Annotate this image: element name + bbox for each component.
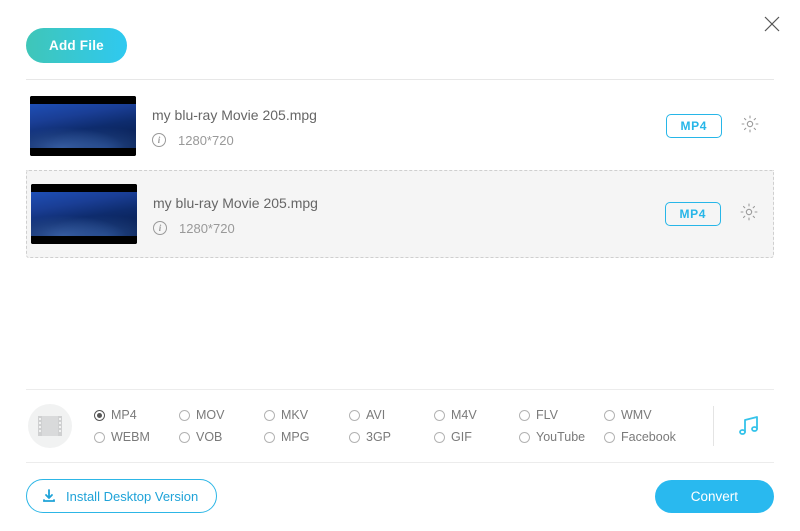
file-info: my blu-ray Movie 205.mpg i 1280*720 (153, 193, 649, 236)
file-actions: MP4 (665, 202, 769, 227)
radio-icon (94, 432, 105, 443)
format-option-label: MP4 (111, 408, 137, 422)
format-option-label: YouTube (536, 430, 585, 444)
format-option-mp4[interactable]: MP4 (94, 408, 179, 422)
format-option-label: MOV (196, 408, 224, 422)
radio-icon (604, 410, 615, 421)
format-option-youtube[interactable]: YouTube (519, 430, 604, 444)
divider (26, 79, 774, 80)
file-name: my blu-ray Movie 205.mpg (153, 195, 649, 211)
settings-icon[interactable] (739, 202, 759, 227)
radio-icon (434, 432, 445, 443)
format-option-gif[interactable]: GIF (434, 430, 519, 444)
format-option-mkv[interactable]: MKV (264, 408, 349, 422)
format-option-m4v[interactable]: M4V (434, 408, 519, 422)
file-item[interactable]: my blu-ray Movie 205.mpg i 1280*720 MP4 (26, 170, 774, 258)
file-list: my blu-ray Movie 205.mpgi1280*720MP4my b… (0, 82, 800, 258)
format-option-label: M4V (451, 408, 477, 422)
format-option-label: MKV (281, 408, 308, 422)
close-button[interactable] (758, 10, 786, 38)
file-meta: i 1280*720 (152, 133, 650, 148)
audio-mode-icon[interactable] (730, 413, 768, 439)
format-option-3gp[interactable]: 3GP (349, 430, 434, 444)
separator (713, 406, 714, 446)
convert-button[interactable]: Convert (655, 480, 774, 513)
format-option-label: WEBM (111, 430, 150, 444)
radio-icon (264, 432, 275, 443)
file-resolution: 1280*720 (179, 221, 235, 236)
file-actions: MP4 (666, 114, 770, 139)
format-option-webm[interactable]: WEBM (94, 430, 179, 444)
format-option-vob[interactable]: VOB (179, 430, 264, 444)
file-thumbnail[interactable] (30, 96, 136, 156)
format-option-label: AVI (366, 408, 385, 422)
file-thumbnail[interactable] (31, 184, 137, 244)
radio-icon (94, 410, 105, 421)
format-bar: MP4 MOV MKV AVI M4V FLV WMV WEBM VOB MPG 3GP GIF You… (26, 389, 774, 463)
toolbar: Add File (0, 0, 800, 73)
install-label: Install Desktop Version (66, 489, 198, 504)
format-option-label: GIF (451, 430, 472, 444)
install-desktop-button[interactable]: Install Desktop Version (26, 479, 217, 513)
file-name: my blu-ray Movie 205.mpg (152, 107, 650, 123)
radio-icon (434, 410, 445, 421)
video-mode-icon[interactable] (28, 404, 72, 448)
info-icon[interactable]: i (153, 221, 167, 235)
format-option-label: FLV (536, 408, 558, 422)
file-resolution: 1280*720 (178, 133, 234, 148)
format-option-label: 3GP (366, 430, 391, 444)
radio-icon (179, 432, 190, 443)
radio-icon (349, 410, 360, 421)
radio-icon (264, 410, 275, 421)
format-option-mpg[interactable]: MPG (264, 430, 349, 444)
format-option-facebook[interactable]: Facebook (604, 430, 689, 444)
add-file-button[interactable]: Add File (26, 28, 127, 63)
format-option-label: MPG (281, 430, 309, 444)
format-grid: MP4 MOV MKV AVI M4V FLV WMV WEBM VOB MPG 3GP GIF You… (82, 408, 697, 444)
format-option-label: WMV (621, 408, 652, 422)
file-meta: i 1280*720 (153, 221, 649, 236)
format-option-wmv[interactable]: WMV (604, 408, 689, 422)
footer: Install Desktop Version Convert (26, 463, 774, 513)
bottom-zone: MP4 MOV MKV AVI M4V FLV WMV WEBM VOB MPG 3GP GIF You… (0, 389, 800, 531)
settings-icon[interactable] (740, 114, 760, 139)
file-info: my blu-ray Movie 205.mpg i 1280*720 (152, 105, 650, 148)
radio-icon (519, 432, 530, 443)
format-option-label: VOB (196, 430, 222, 444)
info-icon[interactable]: i (152, 133, 166, 147)
radio-icon (179, 410, 190, 421)
download-icon (41, 488, 57, 504)
format-option-flv[interactable]: FLV (519, 408, 604, 422)
radio-icon (519, 410, 530, 421)
format-option-label: Facebook (621, 430, 676, 444)
format-badge[interactable]: MP4 (666, 114, 722, 138)
radio-icon (604, 432, 615, 443)
format-option-mov[interactable]: MOV (179, 408, 264, 422)
format-option-avi[interactable]: AVI (349, 408, 434, 422)
radio-icon (349, 432, 360, 443)
format-badge[interactable]: MP4 (665, 202, 721, 226)
file-item[interactable]: my blu-ray Movie 205.mpg i 1280*720 MP4 (26, 82, 774, 171)
